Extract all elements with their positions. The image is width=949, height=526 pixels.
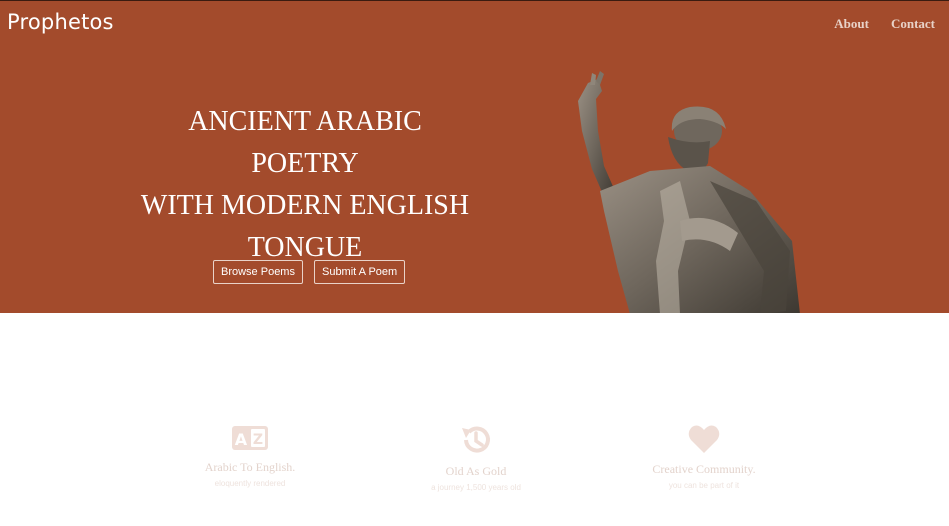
svg-text:Z: Z — [253, 432, 263, 448]
feature-old-as-gold: Old As Gold a journey 1,500 years old — [376, 424, 576, 492]
features-section: A Z Arabic To English. eloquently render… — [0, 313, 949, 526]
hero-section: Prophetos About Contact ANCIENT ARABIC P… — [0, 1, 949, 313]
headline-line-2: WITH MODERN ENGLISH — [140, 190, 470, 221]
feature-creative-community: Creative Community. you can be part of i… — [604, 424, 804, 490]
feature-title: Old As Gold — [445, 464, 507, 478]
hero-headline: ANCIENT ARABIC POETRY WITH MODERN ENGLIS… — [140, 101, 470, 269]
feature-title: Arabic To English. — [204, 460, 296, 474]
hero-buttons: Browse Poems Submit A Poem — [213, 260, 406, 284]
translate-az-icon: A Z — [232, 426, 268, 450]
nav-about-link[interactable]: About — [834, 16, 869, 32]
brand-logo[interactable]: Prophetos — [7, 10, 114, 34]
feature-subtitle: you can be part of it — [668, 481, 740, 490]
submit-poem-button[interactable]: Submit A Poem — [313, 260, 406, 284]
nav-contact-link[interactable]: Contact — [891, 16, 935, 32]
feature-arabic-to-english: A Z Arabic To English. eloquently render… — [150, 424, 350, 488]
heart-icon — [688, 425, 720, 453]
browse-poems-button[interactable]: Browse Poems — [213, 260, 303, 284]
svg-text:A: A — [235, 430, 248, 449]
poet-statue-image — [578, 71, 800, 313]
feature-subtitle: a journey 1,500 years old — [431, 483, 521, 492]
history-icon — [462, 426, 490, 453]
top-nav: About Contact — [834, 16, 935, 32]
feature-title: Creative Community. — [652, 462, 756, 476]
headline-line-1: ANCIENT ARABIC POETRY — [188, 106, 422, 179]
feature-subtitle: eloquently rendered — [214, 479, 286, 488]
